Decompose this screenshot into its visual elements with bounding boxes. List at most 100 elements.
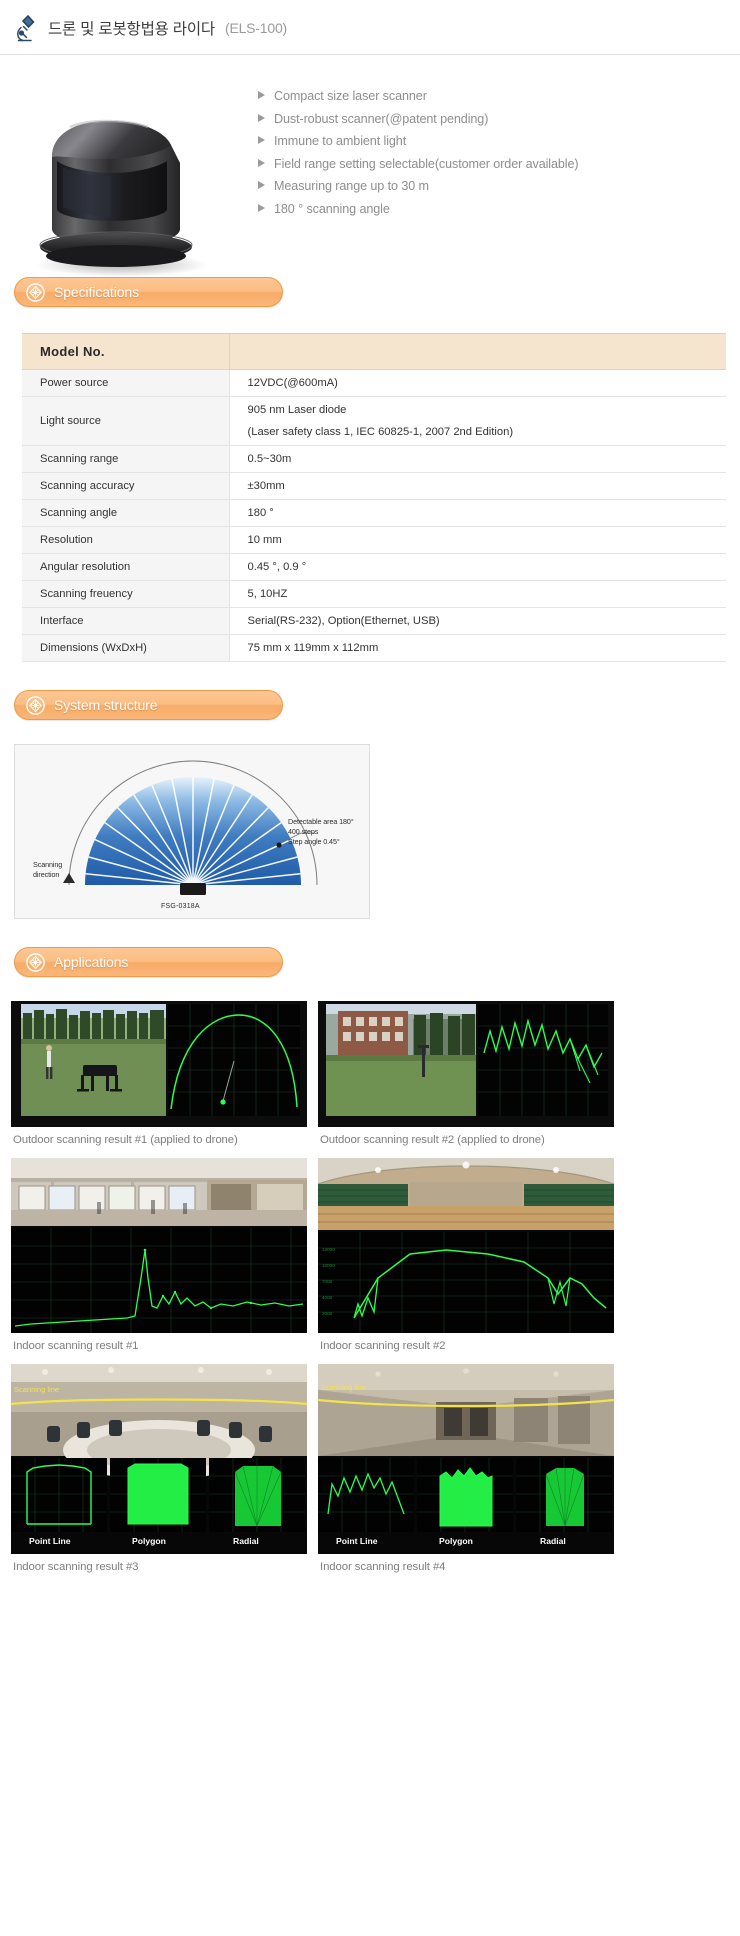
system-structure-diagram: Scanning direction Detectable area 180° …	[14, 744, 370, 919]
bullet-triangle-icon	[258, 91, 265, 99]
detect-line-3: Step angle 0.45°	[288, 837, 340, 847]
spec-value-line2: (Laser safety class 1, IEC 60825-1, 2007…	[247, 426, 514, 438]
hero-section: Compact size laser scanner Dust-robust s…	[0, 55, 740, 277]
application-screenshot: Scanning line Point Line Polygon Radial	[11, 1364, 307, 1554]
overlay-label-point-line: Point Line	[336, 1536, 378, 1546]
bullet-triangle-icon	[258, 136, 265, 144]
section-header-applications: Applications	[14, 947, 283, 977]
feature-label: Immune to ambient light	[274, 134, 407, 148]
overlay-label-scanning-line: Scanning line	[321, 1383, 366, 1392]
overlay-label-scanning-line: Scanning line	[14, 1385, 59, 1394]
spec-value: 905 nm Laser diode (Laser safety class 1…	[229, 396, 726, 446]
svg-text:10000: 10000	[322, 1263, 335, 1268]
spec-key: Scanning range	[22, 445, 230, 473]
spec-key: Power source	[22, 369, 230, 397]
detectable-area-label: Detectable area 180° 400 steps Step angl…	[288, 817, 354, 848]
feature-list: Compact size laser scanner Dust-robust s…	[250, 77, 740, 224]
column-header-model: Model No.	[22, 333, 230, 370]
spec-key: Scanning accuracy	[22, 472, 230, 500]
application-screenshot	[318, 1001, 614, 1127]
application-caption: Indoor scanning result #2	[320, 1340, 446, 1352]
table-row: Resolution 10 mm	[22, 526, 726, 554]
feature-item: Measuring range up to 30 m	[258, 179, 740, 193]
overlay-label-point-line: Point Line	[29, 1536, 71, 1546]
applications-gallery: Outdoor scanning result #1 (applied to d…	[0, 977, 740, 1585]
product-image	[0, 77, 250, 277]
spec-value-line1: 905 nm Laser diode	[247, 404, 347, 416]
application-item: Indoor scanning result #1	[11, 1158, 307, 1352]
section-title: System structure	[54, 697, 158, 713]
feature-label: 180 ° scanning angle	[274, 201, 390, 216]
table-row: Power source 12VDC(@600mA)	[22, 369, 726, 397]
spec-value: 75 mm x 119mm x 112mm	[229, 634, 726, 662]
feature-label: Measuring range up to 30 m	[274, 179, 429, 193]
scanning-direction-line2: direction	[33, 870, 60, 880]
spec-key: Scanning freuency	[22, 580, 230, 608]
table-row: Scanning angle 180 °	[22, 499, 726, 527]
specifications-table: Model No. Power source 12VDC(@600mA) Lig…	[22, 333, 726, 662]
table-row: Light source 905 nm Laser diode (Laser s…	[22, 396, 726, 446]
page-title-model: (ELS-100)	[224, 20, 287, 36]
spec-key: Angular resolution	[22, 553, 230, 581]
feature-item: 180 ° scanning angle	[258, 202, 740, 216]
hexagon-icon	[26, 282, 45, 302]
overlay-label-polygon: Polygon	[439, 1536, 473, 1546]
overlay-label-radial: Radial	[233, 1536, 259, 1546]
feature-label: Compact size laser scanner	[274, 89, 427, 103]
overlay-label-polygon: Polygon	[132, 1536, 166, 1546]
table-row: Scanning accuracy ±30mm	[22, 472, 726, 500]
feature-item: Immune to ambient light	[258, 134, 740, 148]
table-row: Scanning freuency 5, 10HZ	[22, 580, 726, 608]
spec-value: 180 °	[229, 499, 726, 527]
application-screenshot: Scanning line Point Line Polygon Radial	[318, 1364, 614, 1554]
feature-label: Field range setting selectable(customer …	[274, 156, 579, 171]
section-title: Applications	[54, 954, 129, 970]
feature-item: Compact size laser scanner	[258, 89, 740, 103]
table-row: Dimensions (WxDxH) 75 mm x 119mm x 112mm	[22, 634, 726, 662]
application-item: 13000 10000 7000 4000 2000 Indoor scanning …	[318, 1158, 614, 1352]
overlay-label-radial: Radial	[540, 1536, 566, 1546]
hexagon-icon	[26, 695, 45, 715]
svg-text:2000: 2000	[322, 1311, 333, 1316]
svg-text:13000: 13000	[322, 1247, 335, 1252]
scanning-direction-line1: Scanning	[33, 860, 63, 869]
feature-item: Dust-robust scanner(@patent pending)	[258, 112, 740, 126]
spec-value: 0.5~30m	[229, 445, 726, 473]
spec-key: Resolution	[22, 526, 230, 554]
spec-key: Scanning angle	[22, 499, 230, 527]
hexagon-icon	[26, 952, 45, 972]
application-item: Scanning line Point Line Polygon Radial …	[11, 1364, 307, 1573]
detect-line-2: 400 steps	[288, 827, 319, 837]
application-item: Scanning line Point Line Polygon Radial …	[318, 1364, 614, 1573]
application-screenshot	[11, 1158, 307, 1333]
system-structure-wrap: Scanning direction Detectable area 180° …	[0, 720, 740, 919]
feature-item: Field range setting selectable(customer …	[258, 157, 740, 171]
column-header-value	[229, 333, 726, 370]
application-screenshot	[11, 1001, 307, 1127]
table-row: Interface Serial(RS-232), Option(Etherne…	[22, 607, 726, 635]
bullet-triangle-icon	[258, 181, 265, 189]
bullet-triangle-icon	[258, 203, 265, 212]
spec-value: 12VDC(@600mA)	[229, 369, 726, 397]
svg-text:7000: 7000	[322, 1279, 333, 1284]
spec-key: Interface	[22, 607, 230, 635]
section-header-specifications: Specifications	[14, 277, 283, 307]
application-caption: Outdoor scanning result #2 (applied to d…	[320, 1134, 545, 1146]
spec-key: Dimensions (WxDxH)	[22, 634, 230, 662]
application-caption: Indoor scanning result #1	[13, 1340, 139, 1352]
page-title: 드론 및 로봇항법용 라이다	[48, 21, 215, 38]
application-item: Outdoor scanning result #1 (applied to d…	[11, 1001, 307, 1146]
spec-key: Light source	[22, 396, 230, 446]
spec-value: Serial(RS-232), Option(Ethernet, USB)	[229, 607, 726, 635]
specifications-table-wrap: Model No. Power source 12VDC(@600mA) Lig…	[0, 307, 740, 662]
feature-label: Dust-robust scanner(@patent pending)	[274, 111, 489, 126]
table-row: Scanning range 0.5~30m	[22, 445, 726, 473]
application-item: Outdoor scanning result #2 (applied to d…	[318, 1001, 614, 1146]
table-header-row: Model No.	[22, 333, 726, 370]
microscope-icon	[12, 13, 38, 43]
table-row: Angular resolution 0.45 °, 0.9 °	[22, 553, 726, 581]
page-header: 드론 및 로봇항법용 라이다 (ELS-100)	[0, 0, 740, 55]
bullet-triangle-icon	[258, 113, 265, 122]
application-caption: Indoor scanning result #3	[13, 1561, 139, 1573]
spec-value: ±30mm	[229, 472, 726, 500]
